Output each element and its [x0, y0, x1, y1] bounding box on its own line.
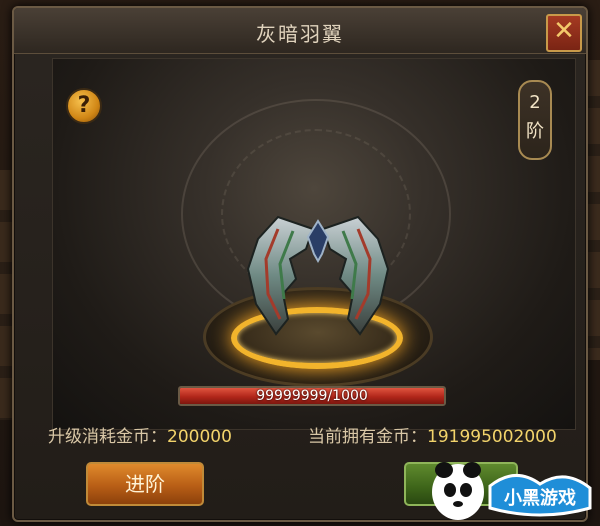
- wing-display-stage: [52, 58, 576, 430]
- upgrade-cost-label: 升级消耗金币：: [48, 427, 167, 447]
- help-icon[interactable]: ?: [66, 88, 102, 124]
- upgrade-cost: 升级消耗金币：200000: [48, 422, 232, 447]
- wings-image: [246, 215, 390, 336]
- tier-number: 2: [529, 92, 541, 113]
- wing-upgrade-dialog: 灰暗羽翼 ✕ ? 2 阶 99999999/1000 升级消耗金币：200000…: [12, 6, 588, 522]
- owned-gold: 当前拥有金币：191995002000: [308, 422, 557, 447]
- close-icon[interactable]: ✕: [546, 14, 582, 52]
- upgrade-progress-bar: 99999999/1000: [178, 386, 446, 406]
- owned-gold-label: 当前拥有金币：: [308, 427, 427, 447]
- progress-text: 99999999/1000: [256, 388, 368, 404]
- site-watermark-logo: 小黑游戏: [432, 462, 592, 520]
- svg-text:小黑游戏: 小黑游戏: [504, 487, 576, 509]
- advance-button[interactable]: 进阶: [86, 462, 204, 506]
- dialog-title: 灰暗羽翼: [256, 22, 344, 46]
- dialog-titlebar: 灰暗羽翼 ✕: [14, 8, 586, 54]
- tier-badge: 2 阶: [518, 80, 552, 160]
- upgrade-cost-value: 200000: [167, 427, 232, 447]
- tier-unit: 阶: [526, 121, 544, 142]
- owned-gold-value: 191995002000: [427, 427, 557, 447]
